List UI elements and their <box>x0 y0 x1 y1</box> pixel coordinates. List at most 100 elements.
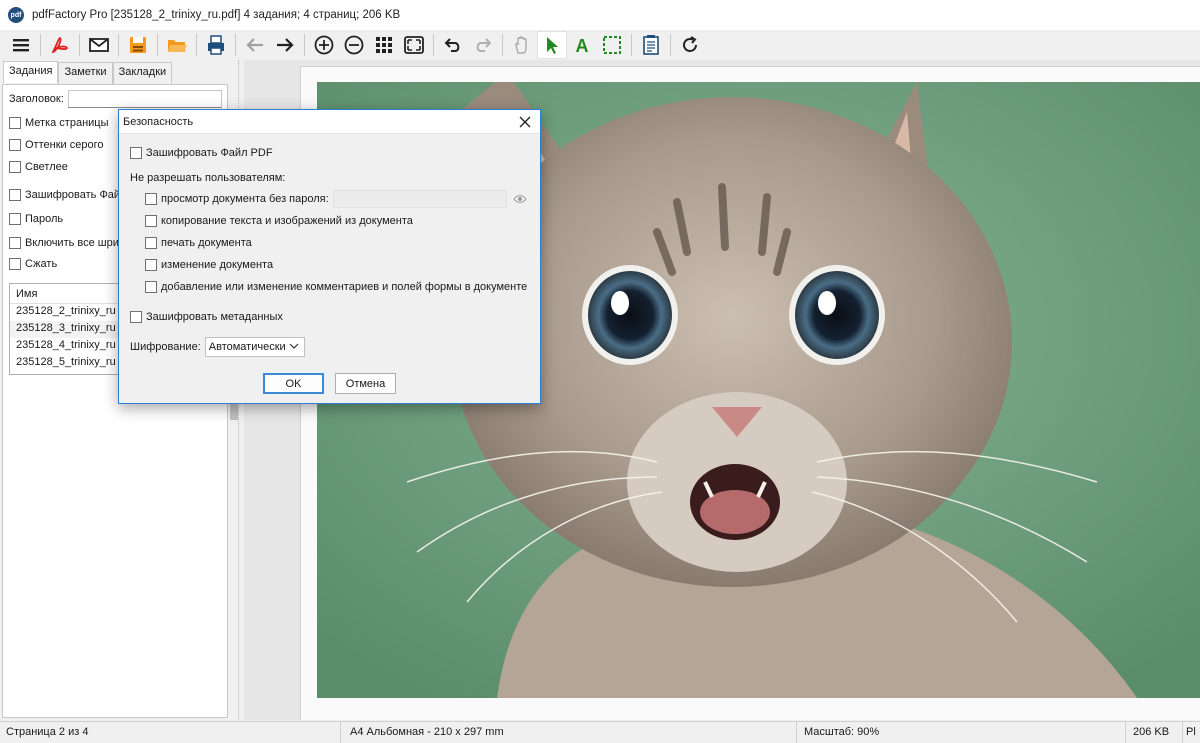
view-without-password-checkbox[interactable] <box>145 193 157 205</box>
open-folder-icon[interactable] <box>162 31 192 59</box>
option-print[interactable]: печать документа <box>145 237 252 249</box>
status-bar: Страница 2 из 4 A4 Альбомная - 210 x 297… <box>0 721 1200 743</box>
password-input[interactable] <box>333 190 507 208</box>
status-divider <box>1125 722 1126 743</box>
title-field-row: Заголовок: <box>9 90 222 108</box>
encrypt-metadata-checkbox[interactable] <box>130 311 142 323</box>
encrypt-metadata-option[interactable]: Зашифровать метаданных <box>130 311 283 323</box>
print-icon[interactable] <box>201 31 231 59</box>
checkbox-grayscale[interactable]: Оттенки серого <box>9 139 103 151</box>
option-view-without-password[interactable]: просмотр документа без пароля: <box>145 193 329 205</box>
checkbox[interactable] <box>9 189 21 201</box>
app-logo-icon: pdf <box>8 7 24 23</box>
encryption-value: Автоматически <box>208 341 286 353</box>
checkbox[interactable] <box>9 161 21 173</box>
checkbox-embed-fonts[interactable]: Включить все шриф <box>9 237 128 249</box>
copy-content-checkbox[interactable] <box>145 215 157 227</box>
toolbar-separator <box>40 34 41 56</box>
dialog-title: Безопасность <box>123 115 194 128</box>
back-arrow-icon[interactable] <box>240 31 270 59</box>
text-tool-icon[interactable]: A <box>567 31 597 59</box>
zoom-out-icon[interactable] <box>339 31 369 59</box>
checkbox-compress[interactable]: Сжать <box>9 258 57 270</box>
option-modify[interactable]: изменение документа <box>145 259 273 271</box>
option-label: изменение документа <box>161 259 274 271</box>
checkbox[interactable] <box>9 117 21 129</box>
status-zoom: Масштаб: 90% <box>804 726 880 738</box>
security-dialog: Безопасность Зашифровать Файл PDF Не раз… <box>118 109 541 404</box>
encrypt-pdf-label: Зашифровать Файл PDF <box>146 147 273 159</box>
checkbox-label: Сжать <box>25 258 58 270</box>
chevron-down-icon <box>289 341 299 354</box>
menu-icon[interactable] <box>6 31 36 59</box>
option-label: добавление или изменение комментариев и … <box>161 281 528 293</box>
ok-button[interactable]: OK <box>263 373 324 394</box>
window-title: pdfFactory Pro [235128_2_trinixy_ru.pdf]… <box>32 9 401 21</box>
checkbox-password[interactable]: Пароль <box>9 213 63 225</box>
encrypt-metadata-label: Зашифровать метаданных <box>146 311 283 323</box>
status-extra: Pl <box>1186 726 1196 738</box>
svg-text:A: A <box>576 36 589 56</box>
option-comments-forms[interactable]: добавление или изменение комментариев и … <box>145 281 527 293</box>
dialog-title-bar: Безопасность <box>119 110 540 134</box>
checkbox-page-label[interactable]: Метка страницы <box>9 117 109 129</box>
encryption-row: Шифрование: Автоматически <box>130 337 305 357</box>
encrypt-pdf-checkbox[interactable] <box>130 147 142 159</box>
fit-page-icon[interactable] <box>399 31 429 59</box>
refresh-icon[interactable] <box>675 31 705 59</box>
save-icon[interactable] <box>123 31 153 59</box>
checkbox-label: Пароль <box>25 213 64 225</box>
undo-icon[interactable] <box>438 31 468 59</box>
tab-bookmarks[interactable]: Закладки <box>112 62 173 84</box>
checkbox-label: Светлее <box>25 161 68 173</box>
status-divider <box>796 722 797 743</box>
mail-icon[interactable] <box>84 31 114 59</box>
encryption-select[interactable]: Автоматически <box>204 337 305 357</box>
disallow-heading: Не разрешать пользователям: <box>130 172 286 184</box>
thumbnails-icon[interactable] <box>369 31 399 59</box>
left-panel-tabs: Задания Заметки Закладки <box>3 61 173 84</box>
encryption-label: Шифрование: <box>130 341 201 353</box>
status-divider <box>340 722 341 743</box>
option-copy-content[interactable]: копирование текста и изображений из доку… <box>145 215 413 227</box>
hand-tool-icon[interactable] <box>507 31 537 59</box>
checkbox[interactable] <box>9 258 21 270</box>
checkbox-encrypt-file[interactable]: Зашифровать Файл <box>9 189 126 201</box>
status-divider <box>1182 722 1183 743</box>
notes-icon[interactable] <box>636 31 666 59</box>
encrypt-pdf-option[interactable]: Зашифровать Файл PDF <box>130 147 273 159</box>
redo-icon[interactable] <box>468 31 498 59</box>
scrollbar-thumb[interactable] <box>230 404 238 420</box>
comments-forms-checkbox[interactable] <box>145 281 157 293</box>
modify-checkbox[interactable] <box>145 259 157 271</box>
tab-notes[interactable]: Заметки <box>58 62 113 84</box>
title-input[interactable] <box>67 90 222 108</box>
option-label: копирование текста и изображений из доку… <box>161 215 413 227</box>
close-icon[interactable] <box>516 113 534 131</box>
checkbox-label: Зашифровать Файл <box>25 189 127 201</box>
status-page-format: A4 Альбомная - 210 x 297 mm <box>350 726 504 738</box>
title-bar: pdf pdfFactory Pro [235128_2_trinixy_ru.… <box>0 0 1200 30</box>
marquee-select-icon[interactable] <box>597 31 627 59</box>
pdf-icon[interactable] <box>45 31 75 59</box>
title-label: Заголовок: <box>9 93 64 105</box>
status-page: Страница 2 из 4 <box>6 726 89 738</box>
eye-icon[interactable] <box>513 193 527 205</box>
checkbox-label: Оттенки серого <box>25 139 104 151</box>
zoom-in-icon[interactable] <box>309 31 339 59</box>
checkbox-lighter[interactable]: Светлее <box>9 161 68 173</box>
cancel-button[interactable]: Отмена <box>335 373 396 394</box>
forward-arrow-icon[interactable] <box>270 31 300 59</box>
checkbox-label: Метка страницы <box>25 117 109 129</box>
checkbox[interactable] <box>9 139 21 151</box>
checkbox[interactable] <box>9 213 21 225</box>
checkbox[interactable] <box>9 237 21 249</box>
option-label: просмотр документа без пароля: <box>161 193 329 205</box>
checkbox-label: Включить все шриф <box>25 237 128 249</box>
status-size: 206 KB <box>1133 726 1170 738</box>
select-arrow-icon[interactable] <box>537 31 567 59</box>
print-checkbox[interactable] <box>145 237 157 249</box>
option-label: печать документа <box>161 237 252 249</box>
toolbar: A <box>0 30 1200 60</box>
tab-jobs[interactable]: Задания <box>3 61 59 83</box>
